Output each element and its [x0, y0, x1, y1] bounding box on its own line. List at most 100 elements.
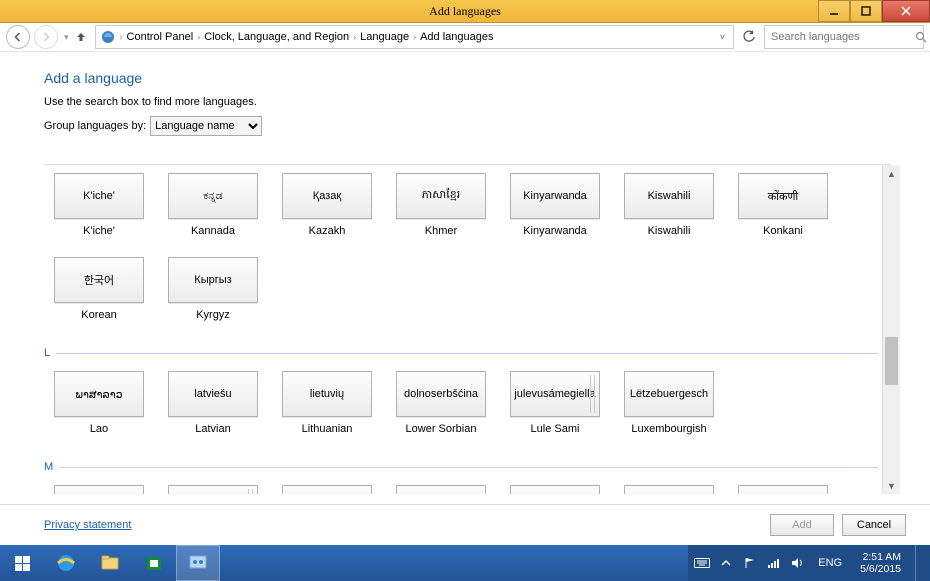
language-tile[interactable]: Bahasa Melayu — [168, 485, 258, 494]
language-item[interactable]: Reo MāoriMaori — [510, 485, 600, 494]
tray-clock[interactable]: 2:51 AM 5/6/2015 — [854, 551, 907, 575]
search-icon[interactable] — [915, 31, 927, 43]
language-item[interactable]: julevusámegiellaLule Sami — [510, 371, 600, 435]
breadcrumb-seg-3[interactable]: Add languages — [420, 31, 493, 43]
language-tile[interactable]: македонски јазик — [54, 485, 144, 494]
language-label: Kinyarwanda — [523, 225, 587, 237]
group-by-select[interactable]: Language name — [150, 116, 262, 136]
language-item[interactable]: MaltiMaltese — [396, 485, 486, 494]
language-item[interactable]: lietuviųLithuanian — [282, 371, 372, 435]
tray-chevron-up-icon[interactable] — [718, 555, 734, 571]
language-tile[interactable]: ಕನ್ನಡ — [168, 173, 258, 219]
language-tile[interactable]: Kiswahili — [624, 173, 714, 219]
language-tile[interactable]: ພາສາລາວ — [54, 371, 144, 417]
language-tile[interactable]: lietuvių — [282, 371, 372, 417]
language-item[interactable]: македонски јазикMacedonian — [54, 485, 144, 494]
page-hint: Use the search box to find more language… — [44, 96, 910, 108]
language-item[interactable]: ភាសាខ្មែរ Khmer — [396, 173, 486, 237]
language-label: Khmer — [425, 225, 457, 237]
maximize-button[interactable] — [850, 0, 882, 22]
chevron-right-icon: › — [413, 32, 416, 42]
taskbar-explorer[interactable] — [88, 545, 132, 581]
language-tile[interactable]: julevusámegiella — [510, 371, 600, 417]
language-tile[interactable]: latviešu — [168, 371, 258, 417]
tray-flag-icon[interactable] — [742, 555, 758, 571]
breadcrumb-bar[interactable]: › Control Panel › Clock, Language, and R… — [95, 25, 734, 49]
language-tile[interactable]: Қазақ — [282, 173, 372, 219]
tray-network-icon[interactable] — [766, 555, 782, 571]
cancel-button[interactable]: Cancel — [842, 514, 906, 536]
breadcrumb-seg-2[interactable]: Language — [360, 31, 409, 43]
language-tile[interactable]: K'iche' — [54, 173, 144, 219]
refresh-button[interactable] — [738, 26, 760, 48]
tray-volume-icon[interactable] — [790, 555, 806, 571]
section-header[interactable]: L˄ — [44, 347, 890, 359]
language-label: K'iche' — [83, 225, 115, 237]
language-tile[interactable]: Mapudungun — [624, 485, 714, 494]
nav-up-button[interactable] — [75, 31, 91, 43]
nav-forward-button[interactable] — [34, 25, 58, 49]
language-item[interactable]: 한국어Korean — [54, 257, 144, 321]
language-item[interactable]: മലയാളംMalayalam — [282, 485, 372, 494]
language-item[interactable]: Кыргыз Kyrgyz — [168, 257, 258, 321]
language-list: K'iche' K'iche' ಕನ್ನಡKannada ҚазақKazakh ភាស… — [44, 165, 890, 494]
taskbar-store[interactable] — [132, 545, 176, 581]
tray-keyboard-icon[interactable] — [694, 555, 710, 571]
language-item[interactable]: Kinyarwanda Kinyarwanda — [510, 173, 600, 237]
language-tile[interactable]: Malti — [396, 485, 486, 494]
language-item[interactable]: मराठीMarathi — [738, 485, 828, 494]
close-button[interactable] — [882, 0, 930, 22]
scroll-thumb[interactable] — [885, 337, 898, 385]
scroll-up-button[interactable]: ▲ — [883, 165, 900, 182]
control-panel-icon — [100, 29, 116, 45]
language-item[interactable]: ພາສາລາວLao — [54, 371, 144, 435]
add-button[interactable]: Add — [770, 514, 834, 536]
breadcrumb-seg-0[interactable]: Control Panel — [127, 31, 194, 43]
language-item[interactable]: MapudungunMapudungun — [624, 485, 714, 494]
search-box[interactable] — [764, 25, 924, 49]
language-item[interactable]: कोंकणीKonkani — [738, 173, 828, 237]
taskbar-ie[interactable] — [44, 545, 88, 581]
language-label: Luxembourgish — [631, 423, 706, 435]
navbar: ▾ › Control Panel › Clock, Language, and… — [0, 23, 930, 52]
language-item[interactable]: latviešuLatvian — [168, 371, 258, 435]
nav-back-button[interactable] — [6, 25, 30, 49]
vertical-scrollbar[interactable]: ▲ ▼ — [882, 165, 900, 494]
start-button[interactable] — [0, 545, 44, 581]
language-tile[interactable]: dolnoserbšćina — [396, 371, 486, 417]
breadcrumb-seg-1[interactable]: Clock, Language, and Region — [204, 31, 349, 43]
language-item[interactable]: Lëtzebuergesch Luxembourgish — [624, 371, 714, 435]
language-tile[interactable]: कोंकणी — [738, 173, 828, 219]
language-grid: македонски јазикMacedonianBahasa MelayuM… — [44, 477, 890, 494]
language-tile[interactable]: 한국어 — [54, 257, 144, 303]
tray-language[interactable]: ENG — [814, 557, 846, 569]
section-header[interactable]: M˄ — [44, 461, 890, 473]
language-tile[interactable]: मराठी — [738, 485, 828, 494]
language-item[interactable]: dolnoserbšćinaLower Sorbian — [396, 371, 486, 435]
language-tile[interactable]: ភាសាខ្មែរ — [396, 173, 486, 219]
tray-date: 5/6/2015 — [860, 563, 901, 575]
breadcrumb-dropdown[interactable]: ˅ — [716, 32, 729, 42]
language-tile[interactable]: Кыргыз — [168, 257, 258, 303]
language-item[interactable]: ҚазақKazakh — [282, 173, 372, 237]
scroll-down-button[interactable]: ▼ — [883, 477, 900, 494]
language-item[interactable]: ಕನ್ನಡKannada — [168, 173, 258, 237]
privacy-link[interactable]: Privacy statement — [44, 519, 131, 531]
chevron-right-icon: › — [353, 32, 356, 42]
scroll-track[interactable] — [883, 182, 900, 477]
language-tile[interactable]: Kinyarwanda — [510, 173, 600, 219]
language-tile[interactable]: മലയാളം — [282, 485, 372, 494]
language-item[interactable]: KiswahiliKiswahili — [624, 173, 714, 237]
language-tile[interactable]: Lëtzebuergesch — [624, 371, 714, 417]
language-item[interactable]: K'iche' K'iche' — [54, 173, 144, 237]
language-item[interactable]: Bahasa MelayuMalay — [168, 485, 258, 494]
taskbar-control-panel[interactable] — [176, 545, 220, 581]
page-heading: Add a language — [44, 70, 910, 86]
nav-recent-dropdown[interactable]: ▾ — [62, 32, 71, 43]
language-tile[interactable]: Reo Māori — [510, 485, 600, 494]
show-desktop-button[interactable] — [915, 545, 924, 581]
language-label: Kyrgyz — [196, 309, 230, 321]
minimize-button[interactable] — [818, 0, 850, 22]
search-input[interactable] — [769, 30, 915, 44]
section-divider — [59, 467, 878, 468]
